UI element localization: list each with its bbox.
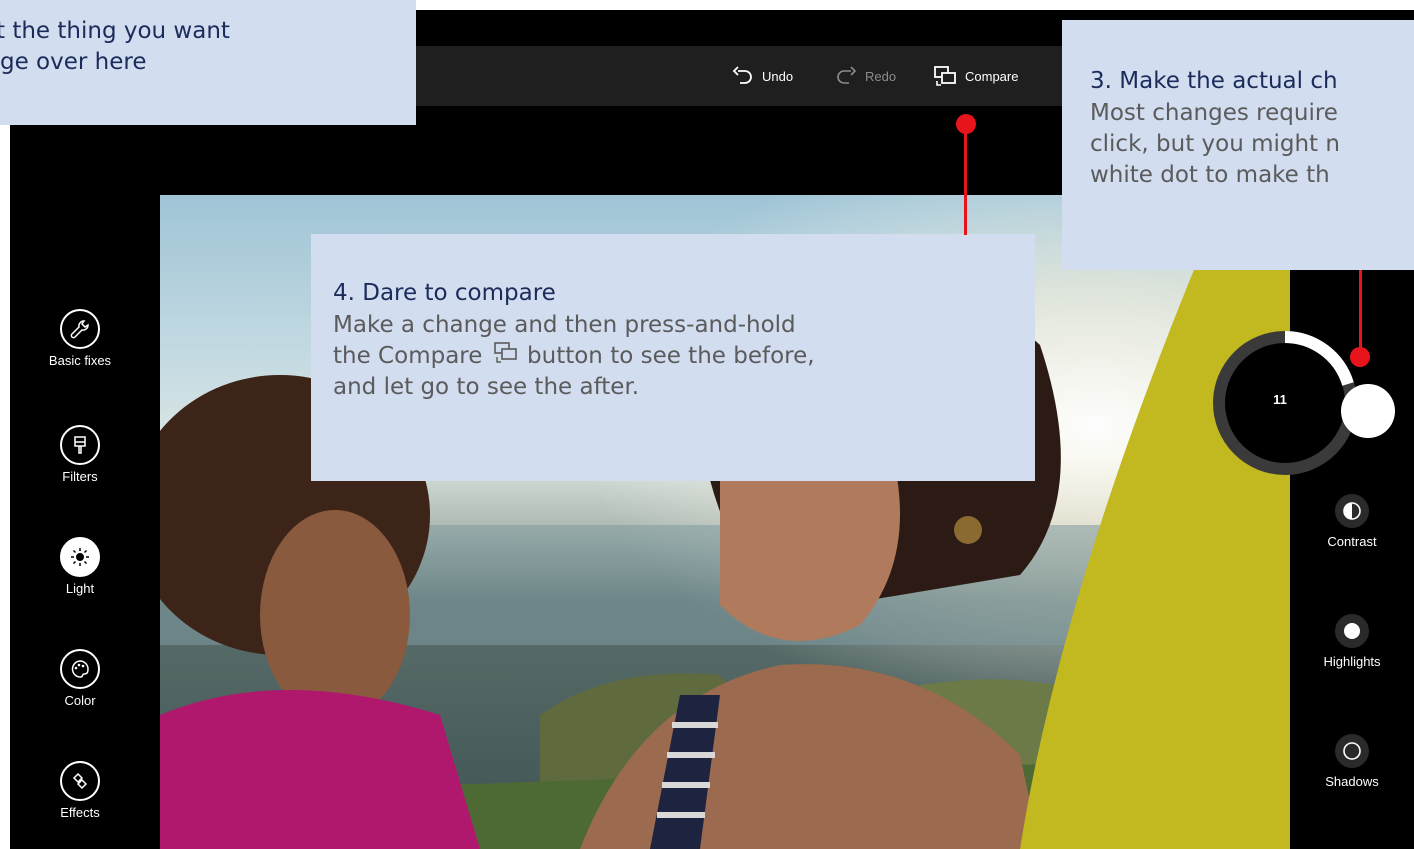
callout-select: t the thing you want ge over here — [0, 0, 416, 125]
adjust-label: Contrast — [1327, 534, 1377, 549]
redo-icon — [837, 66, 857, 84]
dial-handle[interactable] — [1341, 384, 1395, 438]
compare-pointer-line — [964, 125, 967, 235]
compare-label: Compare — [965, 68, 1019, 84]
callout-compare-line2: the Compare button to see the before, — [333, 341, 1035, 372]
contrast-icon — [1335, 494, 1369, 528]
tool-label: Basic fixes — [48, 353, 112, 368]
callout-change: 3. Make the actual ch Most changes requi… — [1062, 20, 1414, 270]
tool-label: Filters — [62, 469, 98, 484]
palette-icon — [60, 649, 100, 689]
adjust-highlights[interactable]: Highlights — [1290, 614, 1414, 669]
tool-effects[interactable]: Effects — [10, 761, 150, 820]
compare-pointer-dot — [956, 114, 976, 134]
undo-button[interactable]: Undo — [732, 46, 793, 106]
wrench-icon — [60, 309, 100, 349]
tool-label: Light — [65, 581, 95, 596]
tool-label: Effects — [60, 805, 100, 820]
callout-compare-title: 4. Dare to compare — [333, 280, 556, 306]
dial-value: 11 — [1273, 392, 1287, 407]
callout-compare-line3: and let go to see the after. — [333, 374, 640, 400]
adjust-contrast[interactable]: Contrast — [1290, 494, 1414, 549]
callout-change-title: 3. Make the actual ch — [1090, 68, 1338, 94]
tool-label: Color — [64, 693, 96, 708]
redo-button[interactable]: Redo — [835, 46, 896, 106]
adjust-label: Highlights — [1323, 654, 1381, 669]
tool-light[interactable]: Light — [10, 537, 150, 596]
adjust-shadows[interactable]: Shadows — [1290, 734, 1414, 789]
callout-compare-line2-before: the Compare — [333, 343, 483, 369]
callout-compare-line1: Make a change and then press-and-hold — [333, 312, 796, 338]
sun-icon — [60, 537, 100, 577]
adjust-label: Shadows — [1325, 774, 1379, 789]
redo-label: Redo — [865, 68, 897, 84]
dial-pointer-line — [1359, 270, 1362, 358]
tool-basic-fixes[interactable]: Basic fixes — [10, 309, 150, 368]
callout-compare: 4. Dare to compare Make a change and the… — [311, 234, 1035, 481]
callout-compare-line2-after: button to see the before, — [527, 343, 815, 369]
callout-select-line2: ge over here — [0, 49, 147, 75]
left-tools-panel: Basic fixes Filters Light Color Effects — [10, 106, 150, 849]
tool-color[interactable]: Color — [10, 649, 150, 708]
callout-change-line1: Most changes require — [1090, 100, 1338, 126]
tool-filters[interactable]: Filters — [10, 425, 150, 484]
compare-icon — [493, 342, 517, 363]
effects-icon — [60, 761, 100, 801]
undo-icon — [732, 66, 752, 84]
compare-icon — [934, 66, 956, 86]
filter-icon — [60, 425, 100, 465]
callout-change-line3: white dot to make th — [1090, 162, 1330, 188]
highlights-icon — [1335, 614, 1369, 648]
compare-button[interactable]: Compare — [933, 46, 1018, 106]
shadows-icon — [1335, 734, 1369, 768]
undo-label: Undo — [762, 68, 794, 84]
dial-pointer-dot — [1350, 347, 1370, 367]
callout-change-line2: click, but you might n — [1090, 131, 1340, 157]
callout-select-line1: t the thing you want — [0, 18, 230, 44]
